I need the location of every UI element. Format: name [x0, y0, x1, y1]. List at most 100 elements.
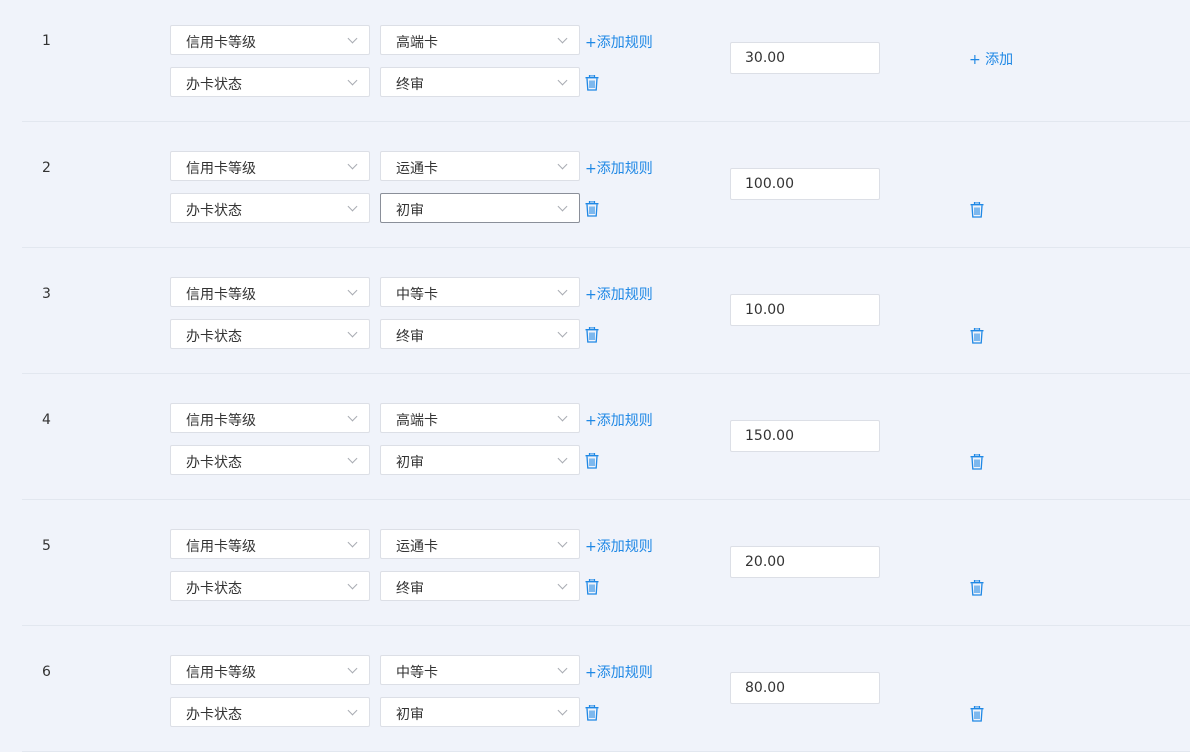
- select-val-r1[interactable]: 运通卡: [380, 151, 580, 181]
- select-value: 运通卡: [396, 161, 438, 177]
- chevron-down-icon: [557, 285, 568, 296]
- rule-group: 信用卡等级 运通卡 +添加规则办卡状态 终审: [22, 524, 1190, 604]
- select-value: 信用卡等级: [186, 161, 256, 177]
- select-val-r1[interactable]: 高端卡: [380, 403, 580, 433]
- chevron-down-icon: [347, 537, 358, 548]
- select-value: 高端卡: [396, 35, 438, 51]
- select-value: 办卡状态: [186, 329, 242, 345]
- select-value: 初审: [396, 203, 424, 219]
- chevron-down-icon: [557, 537, 568, 548]
- amount-input[interactable]: [730, 42, 880, 74]
- rule-row: 1信用卡等级高端卡+添加规则办卡状态终审+ 添加: [22, 0, 1190, 122]
- chevron-down-icon: [557, 75, 568, 86]
- trash-icon[interactable]: [970, 705, 984, 722]
- trash-icon[interactable]: [585, 74, 599, 91]
- chevron-down-icon: [557, 33, 568, 44]
- rule-row: 5 信用卡等级 运通卡 +添加规则 办卡状态 终审: [22, 500, 1190, 626]
- select-value: 办卡状态: [186, 203, 242, 219]
- trash-icon[interactable]: [585, 452, 599, 469]
- select-val-r2[interactable]: 终审: [380, 67, 580, 97]
- select-val-r1[interactable]: 中等卡: [380, 277, 580, 307]
- chevron-down-icon: [347, 579, 358, 590]
- add-rule-button[interactable]: +添加规则: [585, 662, 653, 682]
- select-field-r2[interactable]: 办卡状态: [170, 319, 370, 349]
- select-val-r1[interactable]: 高端卡: [380, 25, 580, 55]
- add-rule-button[interactable]: +添加规则: [585, 536, 653, 556]
- select-value: 初审: [396, 707, 424, 723]
- select-field-r2[interactable]: 办卡状态: [170, 571, 370, 601]
- chevron-down-icon: [347, 327, 358, 338]
- chevron-down-icon: [347, 33, 358, 44]
- chevron-down-icon: [557, 411, 568, 422]
- select-value: 终审: [396, 77, 424, 93]
- add-button[interactable]: + 添加: [969, 49, 1013, 69]
- chevron-down-icon: [347, 411, 358, 422]
- chevron-down-icon: [347, 453, 358, 464]
- amount-input[interactable]: [730, 420, 880, 452]
- select-value: 信用卡等级: [186, 35, 256, 51]
- chevron-down-icon: [557, 705, 568, 716]
- trash-icon[interactable]: [585, 704, 599, 721]
- chevron-down-icon: [347, 75, 358, 86]
- select-field-r1[interactable]: 信用卡等级: [170, 25, 370, 55]
- chevron-down-icon: [557, 453, 568, 464]
- select-val-r2[interactable]: 初审: [380, 445, 580, 475]
- select-field-r2[interactable]: 办卡状态: [170, 193, 370, 223]
- select-value: 运通卡: [396, 539, 438, 555]
- select-value: 高端卡: [396, 413, 438, 429]
- rule-group: 信用卡等级 高端卡 +添加规则办卡状态 终审 + 添加: [22, 20, 1190, 100]
- select-val-r2[interactable]: 初审: [380, 697, 580, 727]
- select-value: 信用卡等级: [186, 665, 256, 681]
- rule-group: 信用卡等级 高端卡 +添加规则办卡状态 初审: [22, 398, 1190, 478]
- amount-input[interactable]: [730, 672, 880, 704]
- select-field-r1[interactable]: 信用卡等级: [170, 403, 370, 433]
- select-value: 中等卡: [396, 287, 438, 303]
- trash-icon[interactable]: [970, 201, 984, 218]
- amount-input[interactable]: [730, 546, 880, 578]
- rule-group: 信用卡等级 中等卡 +添加规则办卡状态 初审: [22, 650, 1190, 730]
- trash-icon[interactable]: [585, 326, 599, 343]
- select-value: 信用卡等级: [186, 287, 256, 303]
- select-value: 初审: [396, 455, 424, 471]
- select-val-r1[interactable]: 中等卡: [380, 655, 580, 685]
- chevron-down-icon: [557, 201, 568, 212]
- select-field-r2[interactable]: 办卡状态: [170, 697, 370, 727]
- select-val-r1[interactable]: 运通卡: [380, 529, 580, 559]
- rule-row: 6 信用卡等级 中等卡 +添加规则 办卡状态 初审: [22, 626, 1190, 752]
- chevron-down-icon: [557, 327, 568, 338]
- trash-icon[interactable]: [970, 579, 984, 596]
- select-field-r1[interactable]: 信用卡等级: [170, 151, 370, 181]
- select-value: 信用卡等级: [186, 413, 256, 429]
- select-val-r2[interactable]: 终审: [380, 571, 580, 601]
- amount-input[interactable]: [730, 294, 880, 326]
- trash-icon[interactable]: [585, 200, 599, 217]
- select-value: 办卡状态: [186, 77, 242, 93]
- chevron-down-icon: [347, 705, 358, 716]
- rule-group: 信用卡等级 运通卡 +添加规则办卡状态 初审: [22, 146, 1190, 226]
- select-val-r2[interactable]: 终审: [380, 319, 580, 349]
- select-field-r2[interactable]: 办卡状态: [170, 67, 370, 97]
- chevron-down-icon: [557, 159, 568, 170]
- add-rule-button[interactable]: +添加规则: [585, 410, 653, 430]
- trash-icon[interactable]: [970, 453, 984, 470]
- chevron-down-icon: [557, 663, 568, 674]
- add-rule-button[interactable]: +添加规则: [585, 158, 653, 178]
- trash-icon[interactable]: [585, 578, 599, 595]
- chevron-down-icon: [347, 159, 358, 170]
- select-field-r2[interactable]: 办卡状态: [170, 445, 370, 475]
- select-field-r1[interactable]: 信用卡等级: [170, 529, 370, 559]
- amount-input[interactable]: [730, 168, 880, 200]
- add-rule-button[interactable]: +添加规则: [585, 284, 653, 304]
- select-field-r1[interactable]: 信用卡等级: [170, 655, 370, 685]
- chevron-down-icon: [347, 285, 358, 296]
- chevron-down-icon: [557, 579, 568, 590]
- trash-icon[interactable]: [970, 327, 984, 344]
- select-val-r2[interactable]: 初审: [380, 193, 580, 223]
- select-value: 终审: [396, 581, 424, 597]
- select-value: 办卡状态: [186, 455, 242, 471]
- add-rule-button[interactable]: +添加规则: [585, 32, 653, 52]
- chevron-down-icon: [347, 663, 358, 674]
- select-field-r1[interactable]: 信用卡等级: [170, 277, 370, 307]
- select-value: 终审: [396, 329, 424, 345]
- chevron-down-icon: [347, 201, 358, 212]
